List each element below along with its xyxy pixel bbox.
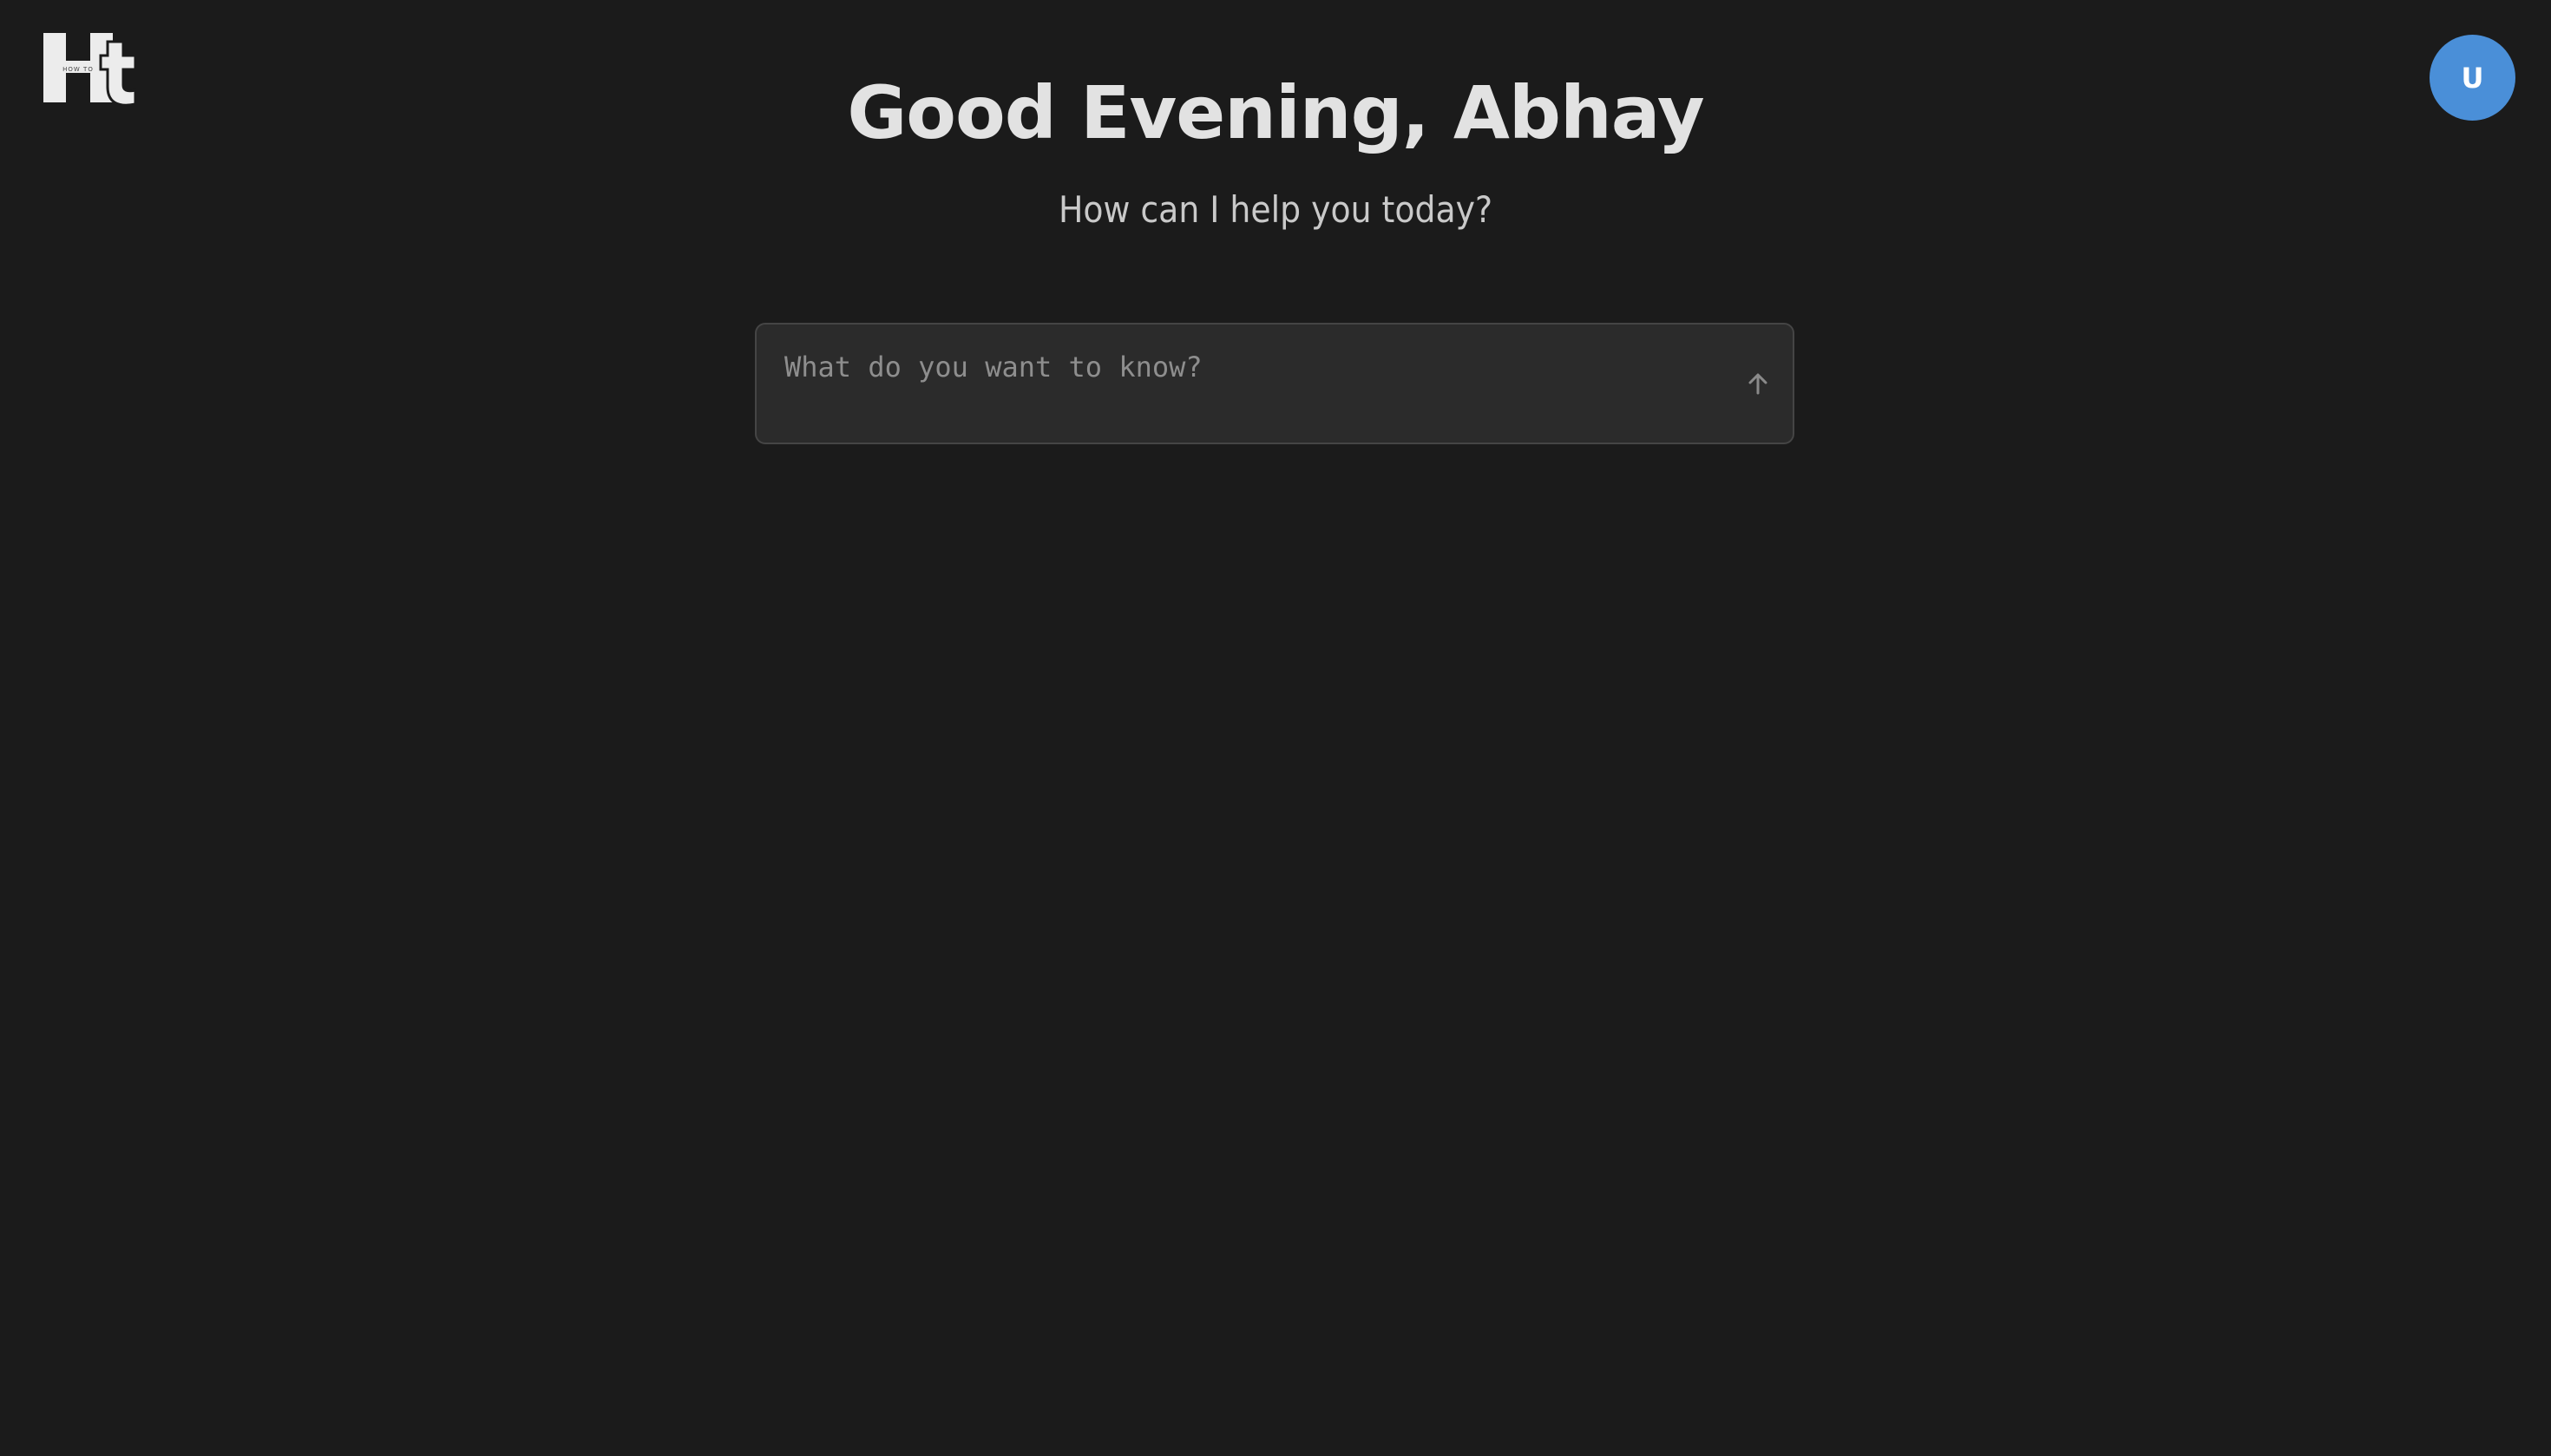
- ask-box: [755, 323, 1794, 444]
- ask-input[interactable]: [784, 345, 1721, 389]
- greeting-title: Good Evening, Abhay: [847, 70, 1704, 155]
- send-button[interactable]: [1654, 325, 1793, 443]
- page: HOW TO U Good Evening, Abhay How can I h…: [0, 0, 2551, 1456]
- arrow-up-icon: [1748, 373, 1767, 395]
- greeting-subtitle: How can I help you today?: [1058, 188, 1493, 231]
